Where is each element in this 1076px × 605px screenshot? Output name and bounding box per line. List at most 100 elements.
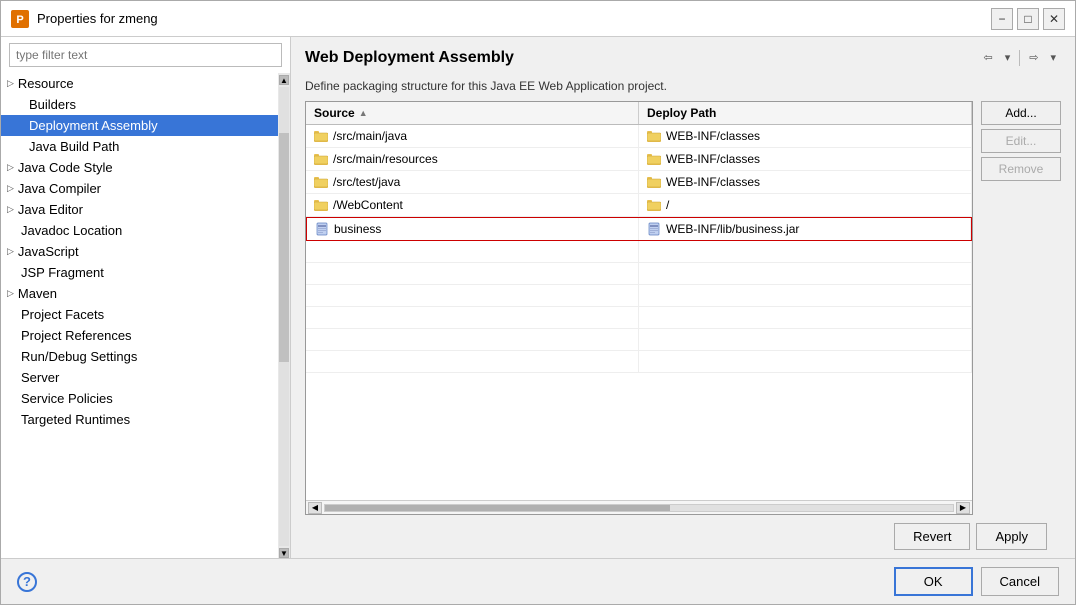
header-deploy-path[interactable]: Deploy Path (639, 102, 972, 124)
title-bar-left: P Properties for zmeng (11, 10, 158, 28)
sidebar-scroll-container: ▷ Resource Builders Deployment Assembly … (1, 73, 290, 558)
deploy-value: WEB-INF/lib/business.jar (666, 222, 799, 236)
sidebar-item-java-compiler[interactable]: ▷ Java Compiler (1, 178, 278, 199)
back-dropdown-button[interactable]: ▾ (1000, 49, 1016, 66)
remove-button[interactable]: Remove (981, 157, 1061, 181)
back-button[interactable]: ⇦ (979, 49, 998, 66)
sidebar-label-service-policies: Service Policies (21, 391, 113, 406)
maximize-button[interactable]: □ (1017, 8, 1039, 30)
empty-source-cell (306, 241, 639, 262)
forward-dropdown-button[interactable]: ▾ (1045, 49, 1061, 66)
sidebar-item-java-build-path[interactable]: Java Build Path (1, 136, 278, 157)
empty-source-cell (306, 263, 639, 284)
sidebar-item-service-policies[interactable]: Service Policies (1, 388, 278, 409)
empty-source-cell (306, 285, 639, 306)
scroll-right-btn[interactable]: ▶ (956, 502, 970, 514)
sidebar-item-jsp-fragment[interactable]: JSP Fragment (1, 262, 278, 283)
forward-button[interactable]: ⇨ (1024, 49, 1043, 66)
horizontal-scrollbar[interactable]: ◀ ▶ (306, 500, 972, 514)
sidebar-item-javascript[interactable]: ▷ JavaScript (1, 241, 278, 262)
sidebar-item-run-debug-settings[interactable]: Run/Debug Settings (1, 346, 278, 367)
folder-icon (314, 131, 328, 142)
source-cell: /WebContent (306, 194, 639, 216)
content-top-bar: Web Deployment Assembly ⇦ ▾ ⇨ ▾ (305, 49, 1061, 73)
sidebar-item-java-editor[interactable]: ▷ Java Editor (1, 199, 278, 220)
table-row-empty (306, 285, 972, 307)
deploy-cell: WEB-INF/classes (639, 125, 972, 147)
dialog-title: Properties for zmeng (37, 11, 158, 26)
sidebar-scrollbar[interactable]: ▲ ▼ (278, 73, 290, 558)
table-row[interactable]: /src/main/java WEB- (306, 125, 972, 148)
deploy-cell: WEB-INF/lib/business.jar (639, 218, 971, 240)
edit-button[interactable]: Edit... (981, 129, 1061, 153)
sidebar-item-project-facets[interactable]: Project Facets (1, 304, 278, 325)
deploy-cell: WEB-INF/classes (639, 148, 972, 170)
scroll-thumb (279, 133, 289, 363)
sidebar-item-java-code-style[interactable]: ▷ Java Code Style (1, 157, 278, 178)
ok-button[interactable]: OK (894, 567, 973, 596)
sidebar-item-javadoc-location[interactable]: Javadoc Location (1, 220, 278, 241)
jar-icon (315, 222, 329, 236)
empty-deploy-cell (639, 329, 972, 350)
minimize-button[interactable]: − (991, 8, 1013, 30)
dialog-icon: P (11, 10, 29, 28)
expand-arrow-java-code-style: ▷ (7, 162, 14, 173)
apply-button[interactable]: Apply (976, 523, 1047, 550)
source-cell: /src/test/java (306, 171, 639, 193)
sidebar-item-maven[interactable]: ▷ Maven (1, 283, 278, 304)
header-source[interactable]: Source ▲ (306, 102, 639, 124)
table-row[interactable]: /src/main/resources (306, 148, 972, 171)
scroll-track[interactable] (324, 504, 954, 512)
revert-button[interactable]: Revert (894, 523, 970, 550)
scroll-down-btn[interactable]: ▼ (279, 548, 289, 558)
table-row-empty (306, 351, 972, 373)
header-source-label: Source (314, 106, 355, 120)
dialog-body: ▷ Resource Builders Deployment Assembly … (1, 37, 1075, 558)
folder-icon (647, 177, 661, 188)
header-deploy-path-label: Deploy Path (647, 106, 716, 120)
table-row-empty (306, 241, 972, 263)
source-value: /src/test/java (333, 175, 400, 189)
sidebar: ▷ Resource Builders Deployment Assembly … (1, 37, 291, 558)
sidebar-label-jsp-fragment: JSP Fragment (21, 265, 104, 280)
cancel-button[interactable]: Cancel (981, 567, 1059, 596)
dialog-bottom: ? OK Cancel (1, 558, 1075, 604)
content-description: Define packaging structure for this Java… (305, 79, 1061, 93)
empty-source-cell (306, 329, 639, 350)
sidebar-label-run-debug-settings: Run/Debug Settings (21, 349, 137, 364)
empty-deploy-cell (639, 307, 972, 328)
help-button[interactable]: ? (17, 572, 37, 592)
source-sort-icon: ▲ (359, 108, 368, 118)
properties-dialog: P Properties for zmeng − □ ✕ ▷ Resource (0, 0, 1076, 605)
sidebar-item-server[interactable]: Server (1, 367, 278, 388)
empty-deploy-cell (639, 241, 972, 262)
sidebar-item-builders[interactable]: Builders (1, 94, 278, 115)
table-row[interactable]: /WebContent / (306, 194, 972, 217)
folder-icon (314, 177, 328, 188)
folder-icon (647, 131, 661, 142)
scroll-up-btn[interactable]: ▲ (279, 75, 289, 85)
sidebar-item-deployment-assembly[interactable]: Deployment Assembly (1, 115, 278, 136)
empty-deploy-cell (639, 263, 972, 284)
sidebar-item-targeted-runtimes[interactable]: Targeted Runtimes (1, 409, 278, 430)
expand-arrow-java-compiler: ▷ (7, 183, 14, 194)
scroll-left-btn[interactable]: ◀ (308, 502, 322, 514)
bottom-action-bar: Revert Apply (305, 515, 1061, 558)
table-row[interactable]: /src/test/java WEB- (306, 171, 972, 194)
source-cell: /src/main/java (306, 125, 639, 147)
empty-deploy-cell (639, 351, 972, 372)
title-bar: P Properties for zmeng − □ ✕ (1, 1, 1075, 37)
table-container: Source ▲ Deploy Path (305, 101, 1061, 515)
folder-icon (647, 154, 661, 165)
deploy-cell: / (639, 194, 972, 216)
expand-arrow-resource: ▷ (7, 78, 14, 89)
table-row-empty (306, 329, 972, 351)
filter-input[interactable] (9, 43, 282, 67)
sidebar-item-project-references[interactable]: Project References (1, 325, 278, 346)
sidebar-item-resource[interactable]: ▷ Resource (1, 73, 278, 94)
sidebar-label-maven: Maven (18, 286, 57, 301)
table-row[interactable]: business (306, 217, 972, 241)
scroll-track (279, 87, 289, 546)
add-button[interactable]: Add... (981, 101, 1061, 125)
close-button[interactable]: ✕ (1043, 8, 1065, 30)
